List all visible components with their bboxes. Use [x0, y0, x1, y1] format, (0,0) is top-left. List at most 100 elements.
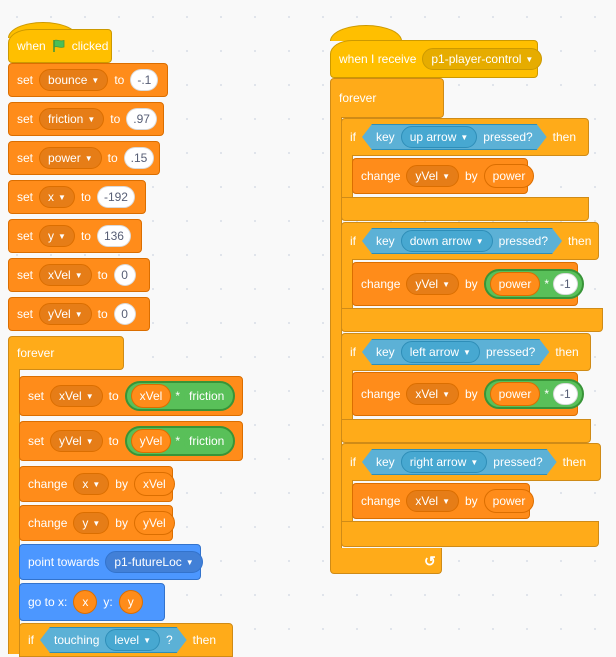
factor-input[interactable]: -1: [553, 273, 578, 295]
change-variable-block[interactable]: change x ▼ by xVel: [19, 466, 175, 502]
value-input[interactable]: -192: [96, 186, 135, 208]
if-label: if: [28, 633, 34, 647]
go-to-xy-block[interactable]: go to x: x y: y: [19, 583, 165, 621]
multiply-operator[interactable]: yVel * friction: [124, 426, 236, 456]
touching-condition[interactable]: touching level ▼ ?: [40, 627, 187, 653]
change-label: change: [361, 494, 401, 508]
variable-dropdown[interactable]: bounce ▼: [39, 69, 109, 91]
variable-dropdown[interactable]: yVel ▼: [39, 303, 92, 325]
multiply-operator[interactable]: xVel * friction: [124, 381, 236, 411]
value-input[interactable]: 0: [113, 303, 136, 325]
caret-down-icon: ▼: [442, 279, 450, 289]
variable-reporter[interactable]: xVel: [133, 472, 175, 496]
change-label: change: [28, 516, 68, 530]
if-label: if: [350, 345, 356, 359]
variable-dropdown[interactable]: yVel ▼: [406, 273, 459, 295]
power-reporter[interactable]: power: [489, 382, 541, 406]
set-variable-block[interactable]: set yVel ▼ to yVel * friction: [19, 421, 243, 461]
variable-reporter[interactable]: yVel: [130, 429, 172, 453]
point-towards-block[interactable]: point towards p1-futureLoc ▼: [19, 544, 203, 580]
caret-down-icon: ▼: [185, 557, 194, 567]
key-pressed-condition[interactable]: key up arrow ▼ pressed?: [362, 124, 547, 150]
forever-block[interactable]: forever: [8, 336, 124, 370]
then-label: then: [552, 130, 577, 144]
power-reporter[interactable]: power: [489, 272, 541, 296]
message-dropdown[interactable]: p1-player-control ▼: [422, 48, 543, 70]
key-dropdown[interactable]: right arrow ▼: [401, 451, 488, 473]
key-dropdown[interactable]: left arrow ▼: [401, 341, 480, 363]
change-variable-block[interactable]: change xVel ▼ by power: [352, 483, 535, 519]
value-input[interactable]: 0: [113, 264, 136, 286]
variable-reporter[interactable]: xVel: [130, 384, 172, 408]
operator-symbol: *: [175, 434, 180, 448]
caret-down-icon: ▼: [463, 347, 471, 357]
variable-dropdown[interactable]: y ▼: [73, 512, 110, 534]
variable-reporter[interactable]: yVel: [133, 511, 175, 535]
set-label: set: [17, 190, 34, 204]
set-variable-block[interactable]: set y ▼ to 136: [8, 219, 142, 253]
multiply-operator[interactable]: power * -1: [483, 269, 584, 299]
set-variable-block[interactable]: set friction ▼ to .97: [8, 102, 164, 136]
to-label: to: [80, 190, 91, 204]
if-then-block[interactable]: if key up arrow ▼ pressed? then: [341, 118, 589, 156]
key-dropdown[interactable]: down arrow ▼: [401, 230, 493, 252]
friction-reporter[interactable]: friction: [184, 384, 230, 408]
set-variable-block[interactable]: set xVel ▼ to xVel * friction: [19, 376, 243, 416]
caret-down-icon: ▼: [442, 496, 450, 506]
key-name: up arrow: [409, 130, 457, 144]
code-workspace[interactable]: when clicked set bounce ▼ to -.1 set fric…: [0, 0, 616, 657]
when-flag-clicked-block[interactable]: when clicked: [8, 29, 112, 63]
set-variable-block[interactable]: set power ▼ to .15: [8, 141, 160, 175]
variable-dropdown[interactable]: xVel ▼: [406, 490, 459, 512]
change-variable-block[interactable]: change y ▼ by yVel: [19, 505, 175, 541]
variable-name: yVel: [415, 277, 439, 291]
if-then-block[interactable]: if touching level ▼ ? then: [19, 623, 233, 657]
if-then-block[interactable]: if key left arrow ▼ pressed? then: [341, 333, 591, 371]
key-pressed-condition[interactable]: key down arrow ▼ pressed?: [362, 228, 562, 254]
key-pressed-condition[interactable]: key left arrow ▼ pressed?: [362, 339, 549, 365]
set-variable-block[interactable]: set x ▼ to -192: [8, 180, 146, 214]
variable-name: power: [48, 151, 81, 165]
x-reporter[interactable]: x: [73, 590, 98, 614]
variable-dropdown[interactable]: xVel ▼: [50, 385, 103, 407]
variable-dropdown[interactable]: xVel ▼: [39, 264, 92, 286]
set-label: set: [17, 112, 34, 126]
set-variable-block[interactable]: set xVel ▼ to 0: [8, 258, 150, 292]
variable-dropdown[interactable]: x ▼: [73, 473, 110, 495]
set-variable-block[interactable]: set yVel ▼ to 0: [8, 297, 150, 331]
key-dropdown[interactable]: up arrow ▼: [401, 126, 478, 148]
variable-dropdown[interactable]: y ▼: [39, 225, 75, 247]
power-reporter[interactable]: power: [483, 164, 535, 188]
value-input[interactable]: -.1: [130, 69, 159, 91]
change-variable-block[interactable]: change xVel ▼ by power * -1: [352, 372, 584, 416]
multiply-operator[interactable]: power * -1: [483, 379, 584, 409]
value-input[interactable]: .97: [126, 108, 157, 130]
factor-input[interactable]: -1: [553, 383, 578, 405]
change-variable-block[interactable]: change yVel ▼ by power: [352, 158, 535, 194]
variable-dropdown[interactable]: friction ▼: [39, 108, 105, 130]
change-variable-block[interactable]: change yVel ▼ by power * -1: [352, 262, 584, 306]
friction-reporter[interactable]: friction: [184, 429, 230, 453]
variable-dropdown[interactable]: xVel ▼: [406, 383, 459, 405]
change-label: change: [361, 277, 401, 291]
if-then-block[interactable]: if key down arrow ▼ pressed? then: [341, 222, 599, 260]
variable-dropdown[interactable]: x ▼: [39, 186, 75, 208]
value-input[interactable]: .15: [123, 147, 155, 169]
variable-dropdown[interactable]: yVel ▼: [406, 165, 459, 187]
if-label: if: [350, 130, 356, 144]
set-variable-block[interactable]: set bounce ▼ to -.1: [8, 63, 168, 97]
target-dropdown[interactable]: p1-futureLoc ▼: [105, 551, 203, 573]
to-label: to: [110, 112, 121, 126]
caret-down-icon: ▼: [58, 231, 66, 241]
loop-arrow-icon: ↺: [424, 553, 436, 569]
if-then-block[interactable]: if key right arrow ▼ pressed? then: [341, 443, 601, 481]
touching-target-dropdown[interactable]: level ▼: [105, 629, 160, 651]
key-pressed-condition[interactable]: key right arrow ▼ pressed?: [362, 449, 557, 475]
variable-dropdown[interactable]: power ▼: [39, 147, 102, 169]
forever-block[interactable]: forever: [330, 78, 444, 118]
power-reporter[interactable]: power: [483, 489, 535, 513]
variable-dropdown[interactable]: yVel ▼: [50, 430, 103, 452]
y-reporter[interactable]: y: [118, 590, 143, 614]
when-i-receive-block[interactable]: when I receive p1-player-control ▼: [330, 40, 543, 78]
value-input[interactable]: 136: [96, 225, 131, 247]
